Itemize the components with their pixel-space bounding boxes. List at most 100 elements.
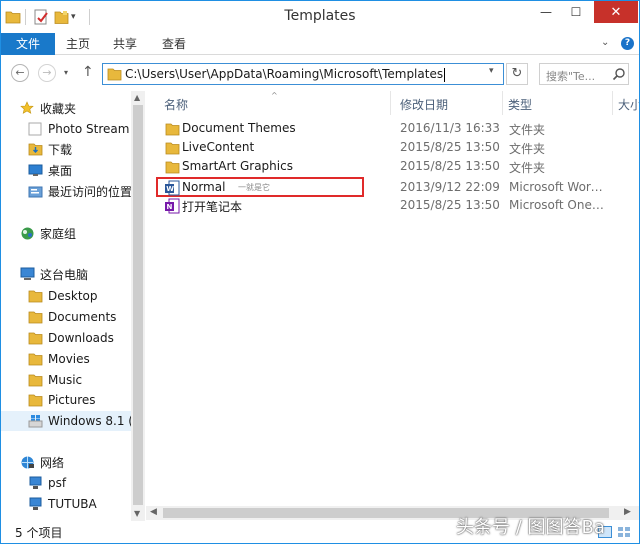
navigation-pane: 收藏夹 Photo Stream (l 下载 桌面 最近访问的位置 家庭组 这台…	[1, 91, 131, 521]
file-type: 文件夹	[509, 142, 546, 156]
file-date: 2015/8/25 13:50	[400, 159, 500, 173]
sidebar-item-label: Documents	[48, 310, 117, 324]
star-icon	[19, 100, 35, 116]
tab-home[interactable]: 主页	[66, 33, 90, 55]
address-dropdown[interactable]: ▾	[489, 66, 494, 76]
onenote-icon: N	[164, 198, 180, 214]
tab-file[interactable]: 文件	[1, 33, 55, 55]
sidebar-item-label: 家庭组	[40, 226, 77, 241]
file-list: ^ 名称 修改日期 类型 大小 Document Themes 2016/11/…	[146, 91, 639, 506]
file-name: Document Themes	[182, 121, 296, 135]
forward-button[interactable]: →	[38, 64, 56, 82]
refresh-button[interactable]: ↻	[506, 63, 528, 85]
file-name: LiveContent	[182, 140, 255, 154]
file-row[interactable]: LiveContent 2015/8/25 13:50 文件夹	[160, 138, 630, 157]
sidebar-item-label: Windows 8.1 (C	[48, 414, 131, 428]
column-header-size[interactable]: 大小	[618, 96, 639, 114]
sidebar-item-music[interactable]: Music	[27, 370, 131, 390]
sidebar-item-label: Pictures	[48, 393, 96, 407]
column-divider[interactable]	[390, 91, 391, 115]
sidebar-item-label: 这台电脑	[40, 267, 89, 282]
navigation-bar: ← → ▾ ↑ C:\Users\User\AppData\Roaming\Mi…	[1, 55, 639, 91]
column-header-date[interactable]: 修改日期	[400, 96, 448, 114]
scroll-left-icon[interactable]: ◀	[150, 507, 157, 517]
windows-drive-icon	[27, 413, 43, 429]
file-row[interactable]: SmartArt Graphics 2015/8/25 13:50 文件夹	[160, 157, 630, 176]
sidebar-item-label: Music	[48, 373, 83, 387]
file-date: 2013/9/12 22:09	[400, 180, 500, 194]
scroll-up-icon[interactable]: ▲	[134, 93, 140, 102]
sidebar-item-label: Movies	[48, 352, 90, 366]
sidebar-item-label: 网络	[40, 455, 65, 470]
file-row[interactable]: N 打开笔记本 2015/8/25 13:50 Microsoft OneN..…	[160, 196, 630, 215]
sidebar-item-tutuba[interactable]: TUTUBA	[27, 494, 131, 514]
sidebar-item-homegroup[interactable]: 家庭组	[19, 223, 131, 243]
download-folder-icon	[27, 141, 43, 157]
tab-view[interactable]: 查看	[162, 33, 186, 55]
sidebar-item-recent-places[interactable]: 最近访问的位置	[27, 181, 131, 201]
sidebar-item-downloads-folder[interactable]: Downloads	[27, 328, 131, 348]
expand-ribbon-icon[interactable]: ⌄	[601, 37, 609, 48]
explorer-window: ▾ Templates — ☐ ✕ 文件 主页 共享 查看 ⌄ ? ← → ▾ …	[0, 0, 640, 544]
up-button[interactable]: ↑	[82, 64, 94, 80]
sidebar-item-favorites[interactable]: 收藏夹	[19, 98, 131, 118]
sidebar-item-photo-stream[interactable]: Photo Stream (l	[27, 119, 131, 139]
folder-icon	[27, 288, 43, 304]
recent-places-icon	[27, 183, 43, 199]
column-header-type[interactable]: 类型	[508, 96, 532, 114]
network-computer-icon	[27, 475, 43, 491]
sidebar-item-label: 桌面	[48, 163, 73, 178]
minimize-button[interactable]: —	[533, 1, 559, 23]
column-header-name[interactable]: 名称	[164, 96, 188, 114]
ribbon: 文件 主页 共享 查看 ⌄ ?	[1, 33, 639, 55]
file-name: 打开笔记本	[182, 200, 243, 214]
sidebar-item-desktop[interactable]: 桌面	[27, 160, 131, 180]
svg-text:N: N	[167, 203, 173, 211]
sidebar-item-label: TUTUBA	[48, 497, 97, 511]
sidebar-item-psf[interactable]: psf	[27, 473, 131, 493]
address-path[interactable]: C:\Users\User\AppData\Roaming\Microsoft\…	[125, 67, 446, 82]
sidebar-item-network[interactable]: 网络	[19, 452, 131, 472]
homegroup-icon	[19, 225, 35, 241]
file-date: 2016/11/3 16:33	[400, 121, 500, 135]
scroll-right-icon[interactable]: ▶	[624, 507, 631, 517]
file-type: 文件夹	[509, 161, 546, 175]
column-divider[interactable]	[612, 91, 613, 115]
sidebar-item-this-pc[interactable]: 这台电脑	[19, 264, 131, 284]
sidebar-item-label: psf	[48, 476, 67, 490]
folder-icon	[27, 330, 43, 346]
folder-icon	[164, 159, 180, 175]
desktop-icon	[27, 162, 43, 178]
network-computer-icon	[27, 496, 43, 512]
close-button[interactable]: ✕	[594, 1, 638, 23]
tab-share[interactable]: 共享	[113, 33, 137, 55]
sidebar-item-movies[interactable]: Movies	[27, 349, 131, 369]
sidebar-item-desktop-folder[interactable]: Desktop	[27, 286, 131, 306]
file-name: SmartArt Graphics	[182, 159, 293, 173]
address-bar[interactable]: C:\Users\User\AppData\Roaming\Microsoft\…	[102, 63, 504, 85]
large-icons-view-icon[interactable]	[617, 526, 631, 538]
help-icon[interactable]: ?	[621, 37, 634, 50]
search-input[interactable]: 搜索"Te...	[539, 63, 629, 85]
recent-locations-dropdown[interactable]: ▾	[64, 68, 68, 77]
column-divider[interactable]	[502, 91, 503, 115]
search-placeholder: 搜索"Te...	[546, 70, 596, 83]
navigation-pane-scrollbar[interactable]: ▲ ▼	[131, 91, 145, 521]
file-row[interactable]: Document Themes 2016/11/3 16:33 文件夹	[160, 119, 630, 138]
sidebar-item-windows-drive[interactable]: Windows 8.1 (C	[1, 411, 131, 431]
scrollbar-thumb[interactable]	[133, 105, 143, 505]
maximize-button[interactable]: ☐	[563, 1, 589, 23]
back-button[interactable]: ←	[11, 64, 29, 82]
sidebar-item-pictures[interactable]: Pictures	[27, 390, 131, 410]
file-date: 2015/8/25 13:50	[400, 198, 500, 212]
folder-icon	[164, 140, 180, 156]
folder-icon	[27, 372, 43, 388]
network-icon	[19, 454, 35, 470]
sidebar-item-downloads[interactable]: 下载	[27, 139, 131, 159]
folder-icon	[27, 309, 43, 325]
scroll-down-icon[interactable]: ▼	[134, 509, 140, 518]
file-row-details: 2013/9/12 22:09 Microsoft Word ...	[160, 178, 630, 197]
sidebar-item-documents[interactable]: Documents	[27, 307, 131, 327]
file-type: Microsoft OneN...	[509, 198, 607, 212]
sidebar-item-label: 收藏夹	[40, 101, 77, 116]
